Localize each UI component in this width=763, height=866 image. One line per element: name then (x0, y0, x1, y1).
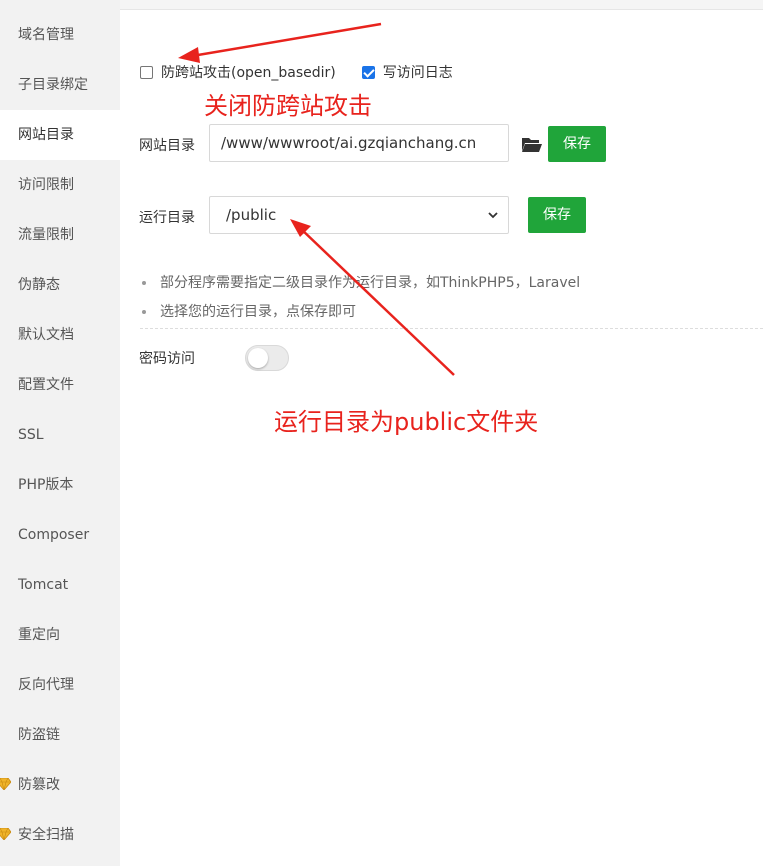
annotation-close-anti-xss: 关闭防跨站攻击 (204, 92, 372, 120)
arrow-to-anti-xss (178, 22, 382, 63)
arrow-to-run-dir (290, 219, 455, 376)
annotation-run-dir-public: 运行目录为public文件夹 (274, 408, 539, 436)
